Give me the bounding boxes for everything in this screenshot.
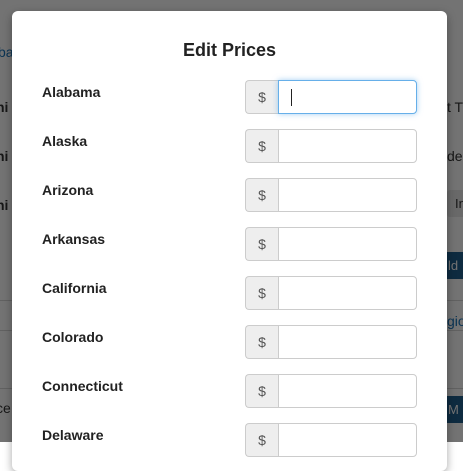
state-label: Alabama [42,84,101,100]
price-input-alaska[interactable] [278,129,417,163]
price-input-group: $ [245,227,417,261]
price-input-group: $ [245,374,417,408]
price-input-group: $ [245,276,417,310]
text-caret [291,89,292,106]
state-label: Alaska [42,133,88,149]
price-input-arkansas[interactable] [278,227,417,261]
state-label: Colorado [42,329,104,345]
edit-prices-modal: Edit Prices Alabama $ Alaska $ Arizona $… [12,11,447,471]
price-input-delaware[interactable] [278,423,417,457]
price-input-california[interactable] [278,276,417,310]
price-row-connecticut: Connecticut $ [12,374,447,408]
state-label: Delaware [42,427,104,443]
price-row-arkansas: Arkansas $ [12,227,447,261]
state-label: Arkansas [42,231,106,247]
dollar-icon: $ [245,276,278,310]
price-row-arizona: Arizona $ [12,178,447,212]
price-row-colorado: Colorado $ [12,325,447,359]
price-input-group: $ [245,423,417,457]
price-row-california: California $ [12,276,447,310]
state-label: Connecticut [42,378,123,394]
price-row-alaska: Alaska $ [12,129,447,163]
dollar-icon: $ [245,178,278,212]
price-input-group: $ [245,80,417,114]
dollar-icon: $ [245,325,278,359]
dollar-icon: $ [245,80,278,114]
dollar-icon: $ [245,374,278,408]
state-label: Arizona [42,182,94,198]
price-input-group: $ [245,325,417,359]
price-input-group: $ [245,178,417,212]
dollar-icon: $ [245,227,278,261]
price-input-arizona[interactable] [278,178,417,212]
modal-title: Edit Prices [182,40,277,60]
dollar-icon: $ [245,423,278,457]
dollar-icon: $ [245,129,278,163]
price-input-colorado[interactable] [278,325,417,359]
price-input-alabama[interactable] [278,80,417,114]
state-label: California [42,280,107,296]
price-row-delaware: Delaware $ [12,423,447,457]
price-row-alabama: Alabama $ [12,80,447,114]
price-input-connecticut[interactable] [278,374,417,408]
price-input-group: $ [245,129,417,163]
